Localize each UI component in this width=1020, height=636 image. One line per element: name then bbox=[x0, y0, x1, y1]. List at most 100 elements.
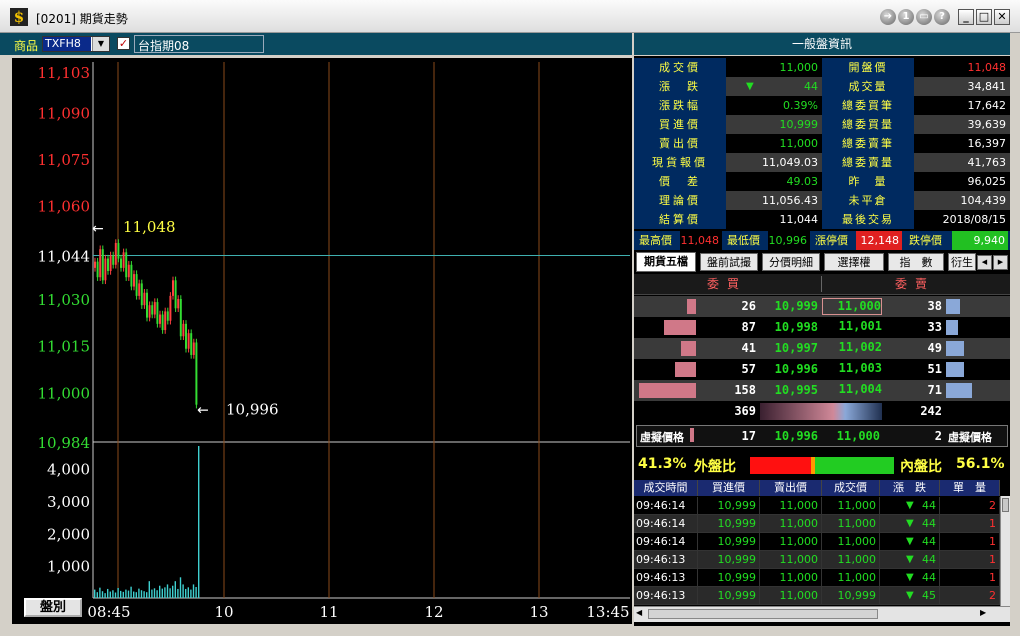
close-button[interactable]: ✕ bbox=[994, 9, 1010, 25]
tab-item[interactable]: 分價明細 bbox=[762, 253, 820, 271]
info-one-button[interactable]: 1 bbox=[898, 9, 914, 25]
quote-value-text: 44 bbox=[804, 80, 818, 93]
product-code-dropdown[interactable]: TXFH8 ▼ bbox=[42, 36, 110, 52]
scroll-left-arrow-icon[interactable]: ◀ bbox=[636, 608, 642, 617]
tab-scroll-right[interactable]: ▶ bbox=[993, 255, 1008, 270]
down-arrow-icon: ▼ bbox=[906, 590, 914, 601]
tab-item[interactable]: 衍生 bbox=[948, 253, 976, 271]
ask-price[interactable]: 11,000 bbox=[822, 298, 882, 315]
trade-time: 09:46:14 bbox=[634, 515, 698, 533]
scroll-thumb[interactable] bbox=[1002, 498, 1009, 512]
quote-label: 昨 量 bbox=[822, 172, 914, 191]
candle-body bbox=[161, 314, 164, 331]
ask-price[interactable]: 11,003 bbox=[822, 361, 882, 378]
price-tick-label: 11,090 bbox=[38, 104, 91, 122]
candle-body bbox=[169, 295, 172, 321]
inner-ratio-label: 內盤比 bbox=[900, 459, 942, 475]
bid-price[interactable]: 10,998 bbox=[760, 320, 818, 334]
volume-bar bbox=[159, 585, 161, 598]
volume-bar bbox=[140, 590, 143, 598]
quote-panel: 成交價 11,000 開盤價 11,048 漲 跌 ▼ 44 成交量 34,841 漲跌幅 0.39… bbox=[634, 56, 1010, 626]
low-annotation: 10,996 bbox=[226, 401, 279, 419]
minimize-button[interactable]: _ bbox=[958, 9, 974, 25]
quote-value: 11,044 bbox=[726, 210, 822, 229]
session-button[interactable]: 盤別 bbox=[24, 598, 82, 617]
product-code-value: TXFH8 bbox=[43, 37, 91, 51]
quote-value-text: 49.03 bbox=[786, 175, 819, 188]
trade-qty: 1 bbox=[940, 569, 1000, 587]
maximize-button[interactable]: □ bbox=[976, 9, 992, 25]
help-button[interactable]: ? bbox=[934, 9, 950, 25]
quote-label: 總委買筆 bbox=[822, 96, 914, 115]
tab-item[interactable]: 盤前試撮 bbox=[700, 253, 758, 271]
chevron-down-icon[interactable]: ▼ bbox=[92, 37, 109, 51]
link-arrow-icon[interactable]: ➔ bbox=[880, 9, 896, 25]
outer-ratio-pct: 41.3% bbox=[638, 456, 687, 472]
bid-volume-bar bbox=[664, 320, 696, 335]
limits-bar: 最高價 11,048 最低價 10,996 漲停價 12,148 跌停價 9,940 bbox=[634, 231, 1010, 250]
bid-price[interactable]: 10,999 bbox=[760, 299, 818, 313]
ask-price[interactable]: 11,004 bbox=[822, 382, 882, 399]
volume-bar bbox=[125, 589, 127, 598]
book-balance-bar bbox=[760, 403, 882, 420]
bid-volume-bar bbox=[638, 383, 696, 398]
title-bar[interactable]: $ [0201] 期貨走勢 ➔ 1 ▭ ? _ □ ✕ bbox=[0, 0, 1020, 33]
down-arrow-icon: ▼ bbox=[746, 81, 754, 92]
candle-body bbox=[96, 261, 99, 278]
quote-value: 49.03 bbox=[726, 172, 822, 191]
quote-value: 104,439 bbox=[914, 191, 1010, 210]
volume-bar bbox=[148, 581, 150, 598]
link-checkbox[interactable]: ✓ bbox=[117, 37, 130, 50]
candle-body bbox=[120, 258, 122, 268]
quote-label: 總委賣筆 bbox=[822, 134, 914, 153]
quote-value: ▼ 44 bbox=[726, 77, 822, 96]
volume-bar bbox=[190, 589, 192, 598]
tab-scroll-left[interactable]: ◀ bbox=[977, 255, 992, 270]
trade-col-header[interactable]: 單 量 bbox=[940, 480, 1000, 496]
ask-total: 242 bbox=[920, 404, 942, 418]
trade-bid: 10,999 bbox=[698, 533, 760, 551]
tab-item[interactable]: 期貨五檔 bbox=[636, 252, 696, 272]
trade-col-header[interactable]: 成交時間 bbox=[634, 480, 698, 496]
candle-body bbox=[135, 274, 138, 296]
volume-tick-label: 4,000 bbox=[47, 461, 90, 479]
price-tick-label: 11,060 bbox=[38, 198, 91, 216]
ask-volume-bar bbox=[946, 320, 958, 335]
bid-qty: 158 bbox=[734, 383, 756, 397]
vertical-scrollbar[interactable] bbox=[1000, 496, 1010, 606]
bid-price[interactable]: 10,996 bbox=[760, 362, 818, 376]
candle-body bbox=[125, 252, 128, 278]
quote-value-text: 11,000 bbox=[779, 137, 819, 150]
tab-item[interactable]: 選擇權 bbox=[824, 253, 884, 271]
volume-bar bbox=[112, 590, 114, 598]
quote-label: 結算價 bbox=[634, 210, 726, 229]
intraday-chart[interactable]: 11,103 11,090 11,075 11,060 11,044 11,030 11,0… bbox=[12, 58, 632, 624]
trade-col-header[interactable]: 買進價 bbox=[698, 480, 760, 496]
ask-price[interactable]: 11,002 bbox=[822, 340, 882, 357]
bid-price[interactable]: 10,997 bbox=[760, 341, 818, 355]
volume-bar bbox=[166, 584, 169, 598]
bid-qty: 87 bbox=[741, 320, 756, 334]
trade-col-header[interactable]: 漲 跌 bbox=[880, 480, 940, 496]
print-icon[interactable]: ▭ bbox=[916, 9, 932, 25]
volume-bar bbox=[195, 587, 197, 598]
scroll-right-arrow-icon[interactable]: ▶ bbox=[980, 608, 986, 617]
volume-bar bbox=[104, 593, 106, 598]
trade-col-header[interactable]: 賣出價 bbox=[760, 480, 822, 496]
ask-price[interactable]: 11,001 bbox=[822, 319, 882, 336]
horizontal-scrollbar[interactable]: ◀ ▶ bbox=[634, 606, 1010, 622]
scroll-h-thumb[interactable] bbox=[648, 609, 878, 619]
bid-price[interactable]: 10,995 bbox=[760, 383, 818, 397]
time-tick-label: 08:45 bbox=[87, 603, 130, 621]
trade-ask: 11,000 bbox=[760, 533, 822, 551]
volume-bar bbox=[117, 587, 119, 598]
ask-header: 委賣 bbox=[894, 277, 935, 291]
time-tick-label: 12 bbox=[424, 603, 443, 621]
product-label: 商品 bbox=[14, 39, 39, 53]
tab-item[interactable]: 指 數 bbox=[888, 253, 944, 271]
trade-col-header[interactable]: 成交價 bbox=[822, 480, 880, 496]
candle-body bbox=[164, 311, 167, 331]
quote-label: 最後交易 bbox=[822, 210, 914, 229]
outer-ratio-label: 外盤比 bbox=[694, 459, 736, 475]
trade-time: 09:46:13 bbox=[634, 587, 698, 605]
